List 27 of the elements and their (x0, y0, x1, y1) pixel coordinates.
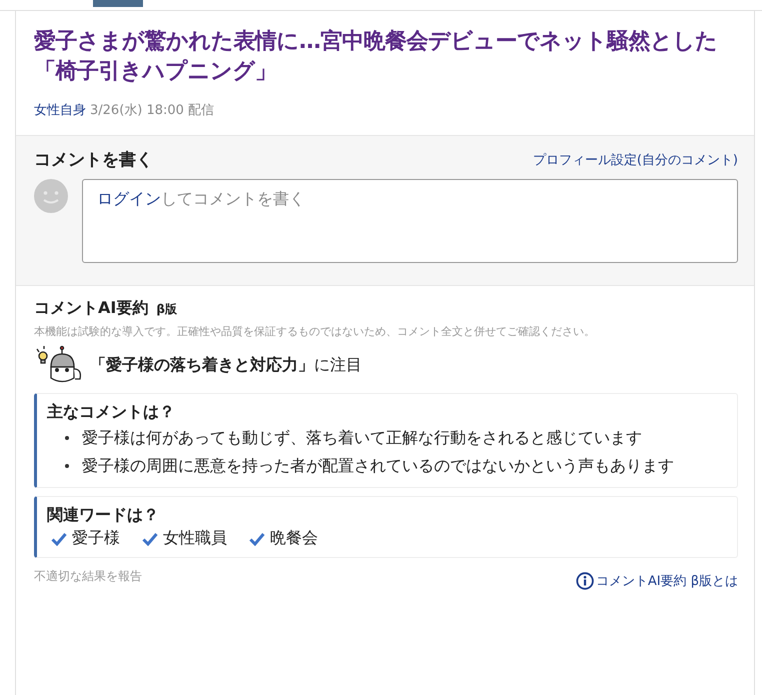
source-link[interactable]: 女性自身 (34, 103, 86, 118)
disclaimer-text: 本機能は試験的な導入です。正確性や品質を保証するものではないため、コメント全文と併せてご確認ください。 (34, 324, 596, 339)
article-title[interactable]: 愛子さまが驚かれた表情に…宮中晩餐会デビューでネット騒然とした「椅子引きハプニング」 (34, 27, 736, 87)
about-link[interactable]: コメントAI要約 β版とは (596, 572, 738, 590)
check-icon (142, 532, 158, 546)
check-icon (51, 532, 67, 546)
comment-field[interactable]: ログイン してコメントを書く (82, 179, 738, 263)
tab-indicator (93, 0, 143, 7)
login-link[interactable]: ログイン (97, 189, 161, 208)
focus-topic: 「愛子様の落ち着きと対応力」 (90, 354, 314, 376)
profile-link[interactable]: プロフィール設定(自分のコメント) (532, 150, 738, 168)
section-heading: コメントAI要約 (34, 298, 148, 319)
info-icon (576, 572, 594, 590)
comment-summary: 愛子様の周囲に悪意を持った者が配置されているのではないかという声もあります (82, 455, 674, 477)
focus-label: に注目 (314, 354, 362, 376)
beta-label: β版 (156, 301, 177, 318)
avatar-icon (34, 179, 68, 213)
keyword: 愛子様 (72, 528, 120, 549)
comment-summary: 愛子様は何があっても動じず、落ち着いて正解な行動をされると感じています (82, 427, 642, 449)
placeholder-text: してコメントを書く (161, 189, 305, 208)
card-heading: 関連ワードは？ (47, 505, 160, 526)
keyword: 晩餐会 (270, 528, 318, 549)
section-heading: コメントを書く (34, 149, 153, 171)
card-heading: 主なコメントは？ (47, 402, 176, 423)
check-icon (249, 532, 265, 546)
keyword: 女性職員 (163, 528, 227, 549)
publish-date: 3/26(水) 18:00 配信 (90, 103, 214, 118)
